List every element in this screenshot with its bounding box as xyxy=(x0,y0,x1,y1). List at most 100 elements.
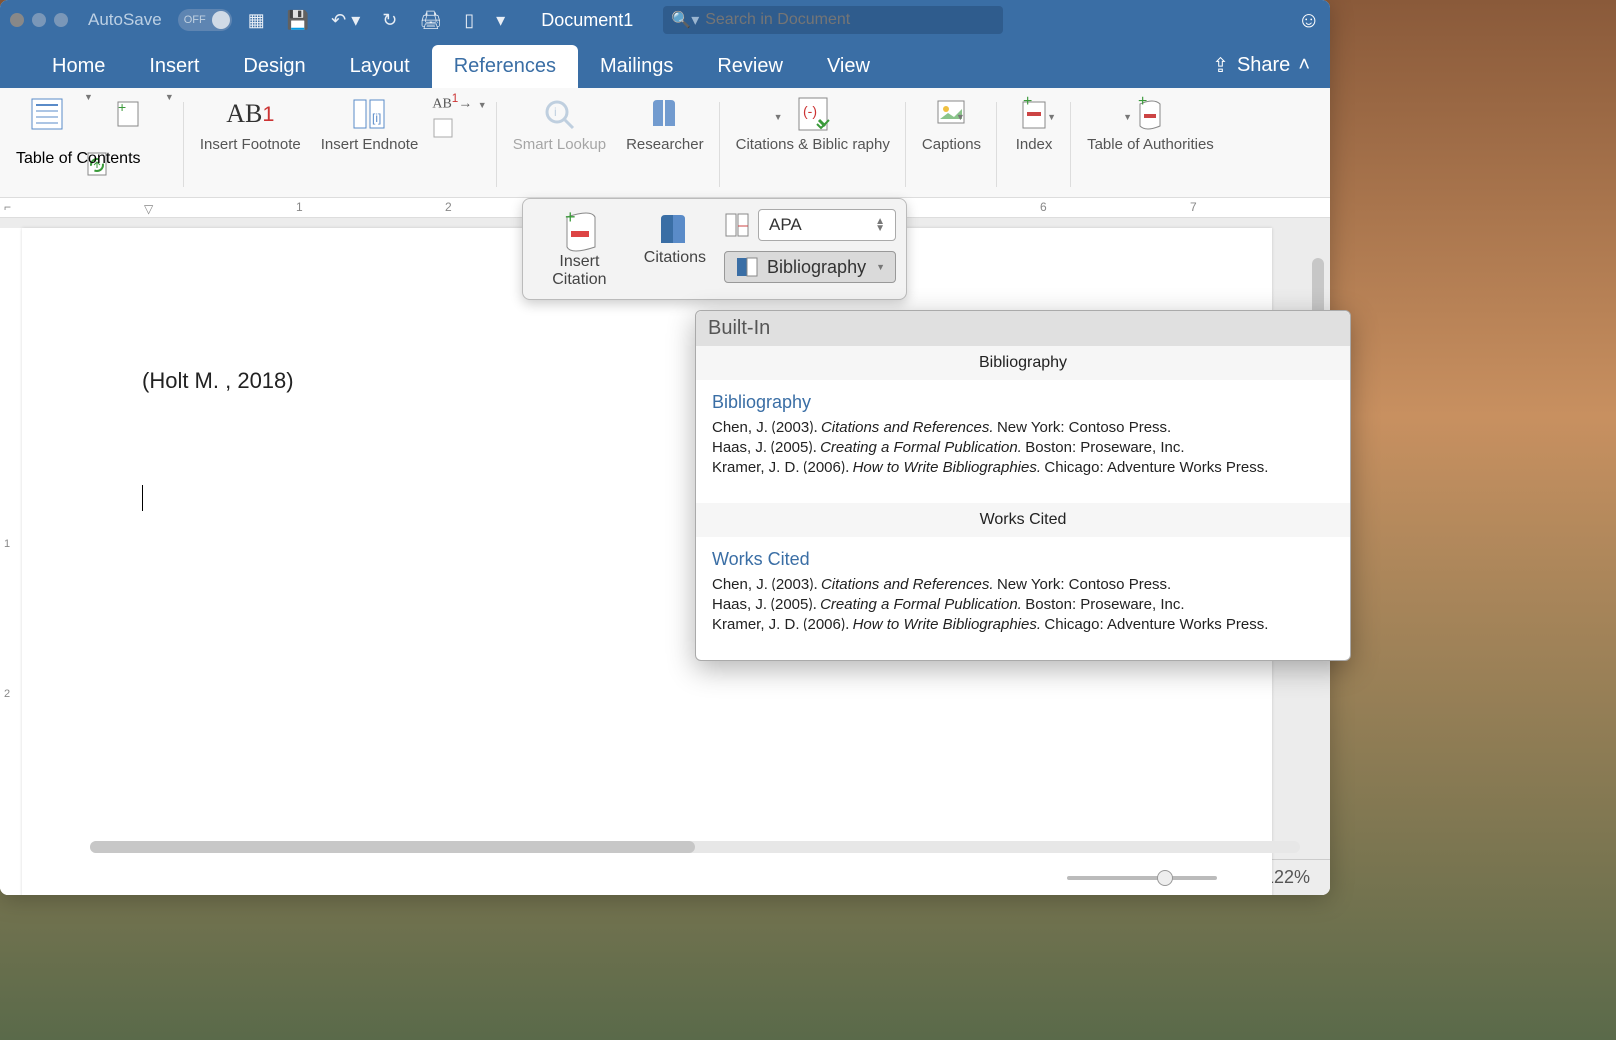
search-box[interactable]: 🔍▾ xyxy=(663,6,1003,34)
zoom-slider[interactable] xyxy=(1067,876,1217,880)
smart-lookup-label: Smart Lookup xyxy=(513,136,606,153)
autosave-state: OFF xyxy=(184,14,206,26)
toa-button[interactable]: + ▼ Table of Authorities xyxy=(1081,92,1220,155)
group-research: i Smart Lookup Researcher xyxy=(497,92,720,197)
tab-references[interactable]: References xyxy=(432,45,578,88)
gallery-item-works-cited[interactable]: Works Cited Chen, J. (2003). Citations a… xyxy=(696,537,1350,660)
index-dropdown-icon[interactable]: ▼ xyxy=(1047,112,1056,122)
insert-endnote-button[interactable]: [i] Insert Endnote xyxy=(315,92,425,155)
gallery-item-bibliography[interactable]: Bibliography Chen, J. (2003). Citations … xyxy=(696,380,1350,503)
toa-dropdown-icon[interactable]: ▼ xyxy=(1123,112,1132,122)
group-toc: ▼ + ▼ Table of Contents xyxy=(10,92,184,197)
endnote-label: Insert Endnote xyxy=(321,136,419,153)
hscroll-thumb[interactable] xyxy=(90,841,695,853)
gallery-entry: Chen, J. (2003). Citations and Reference… xyxy=(712,576,1334,594)
toggle-knob xyxy=(212,11,230,29)
zoom-knob[interactable] xyxy=(1157,870,1173,886)
gallery-item-0-heading: Bibliography xyxy=(712,392,1334,413)
show-notes-button[interactable] xyxy=(432,117,486,142)
toc-button[interactable] xyxy=(20,92,74,136)
svg-text:+: + xyxy=(1023,96,1032,110)
ruler-tick-7: 7 xyxy=(1190,200,1197,214)
ribbon: ▼ + ▼ Table of Contents AB1 Insert Footn… xyxy=(0,88,1330,198)
toc-label: Table of Contents xyxy=(16,150,141,168)
feedback-icon[interactable]: ☺ xyxy=(1298,7,1320,33)
captions-button[interactable]: ▼ Captions xyxy=(916,92,987,155)
vertical-ruler[interactable]: 1 2 xyxy=(0,228,22,895)
add-text-button[interactable]: + xyxy=(101,92,155,136)
gallery-entry: Chen, J. (2003). Citations and Reference… xyxy=(712,419,1334,437)
citations-pane-label: Citations xyxy=(644,249,706,267)
search-icon: 🔍▾ xyxy=(671,10,699,30)
index-button[interactable]: + ▼ Index xyxy=(1007,92,1061,155)
ruler-tick-1: 1 xyxy=(296,200,303,214)
insert-footnote-button[interactable]: AB1 Insert Footnote xyxy=(194,92,307,155)
tab-mailings[interactable]: Mailings xyxy=(578,45,695,88)
autosave-toggle[interactable]: OFF xyxy=(178,9,232,31)
gallery-entry: Haas, J. (2005). Creating a Formal Publi… xyxy=(712,439,1334,457)
share-icon: ⇪ xyxy=(1212,53,1229,78)
citations-bibliography-button[interactable]: (-) ▼ Citations & Biblic raphy xyxy=(730,92,896,155)
group-footnotes: AB1 Insert Footnote [i] Insert Endnote A… xyxy=(184,92,497,197)
toc-dropdown-icon[interactable]: ▼ xyxy=(84,92,93,136)
minimize-dot[interactable] xyxy=(32,13,46,27)
gallery-entry: Haas, J. (2005). Creating a Formal Publi… xyxy=(712,596,1334,614)
tab-review[interactable]: Review xyxy=(695,45,805,88)
citations-label: Citations & Biblic raphy xyxy=(736,136,890,153)
sync-icon[interactable]: ▦ xyxy=(242,10,271,31)
tab-well-icon[interactable]: ⌐ xyxy=(4,200,11,214)
footnote-label: Insert Footnote xyxy=(200,136,301,153)
new-doc-icon[interactable]: ▯ xyxy=(458,10,480,31)
researcher-button[interactable]: Researcher xyxy=(620,92,710,155)
bibliography-button[interactable]: Bibliography ▼ xyxy=(724,251,896,283)
zoom-dot[interactable] xyxy=(54,13,68,27)
repeat-icon[interactable]: ↻ xyxy=(376,10,403,31)
group-captions: ▼ Captions xyxy=(906,92,997,197)
group-citations: (-) ▼ Citations & Biblic raphy xyxy=(720,92,906,197)
tab-view[interactable]: View xyxy=(805,45,892,88)
insert-citation-button[interactable]: + Insert Citation xyxy=(533,209,626,289)
text-cursor xyxy=(142,485,143,511)
gallery-section-1-label: Works Cited xyxy=(696,503,1350,537)
citations-pane-button[interactable]: Citations xyxy=(644,209,706,267)
share-label: Share xyxy=(1237,54,1290,77)
captions-label: Captions xyxy=(922,136,981,153)
gallery-header: Built-In xyxy=(696,311,1350,346)
group-index: + ▼ Index xyxy=(997,92,1071,197)
document-title: Document1 xyxy=(541,10,633,31)
citations-dropdown-icon[interactable]: ▼ xyxy=(774,112,783,122)
indent-marker-icon[interactable]: ▽ xyxy=(144,202,153,216)
gallery-entry: Kramer, J. D. (2006). How to Write Bibli… xyxy=(712,616,1334,634)
style-value: APA xyxy=(769,215,802,235)
qat-more-icon[interactable]: ▾ xyxy=(490,10,511,31)
svg-text:+: + xyxy=(118,100,126,115)
autosave-label: AutoSave xyxy=(88,10,162,30)
tab-insert[interactable]: Insert xyxy=(127,45,221,88)
smart-lookup-button[interactable]: i Smart Lookup xyxy=(507,92,612,155)
tab-layout[interactable]: Layout xyxy=(328,45,432,88)
next-footnote-button[interactable]: AB1→ ▼ xyxy=(432,92,486,113)
svg-text:i: i xyxy=(554,105,557,119)
insert-citation-label: Insert Citation xyxy=(533,253,626,289)
svg-text:+: + xyxy=(565,209,576,227)
tab-home[interactable]: Home xyxy=(30,45,127,88)
gallery-section-0-label: Bibliography xyxy=(696,346,1350,380)
close-dot[interactable] xyxy=(10,13,24,27)
citation-style-select[interactable]: APA ▲▼ xyxy=(758,209,896,241)
group-toa: + ▼ Table of Authorities xyxy=(1071,92,1230,197)
add-text-dropdown-icon[interactable]: ▼ xyxy=(165,92,174,136)
titlebar: AutoSave OFF ▦ 💾 ↶ ▾ ↻ 🖨 ▯ ▾ Document1 🔍… xyxy=(0,0,1330,40)
ruler-tick-2: 2 xyxy=(445,200,452,214)
save-icon[interactable]: 💾 xyxy=(281,10,315,31)
tab-design[interactable]: Design xyxy=(221,45,327,88)
gallery-entry: Kramer, J. D. (2006). How to Write Bibli… xyxy=(712,459,1334,477)
researcher-label: Researcher xyxy=(626,136,704,153)
search-input[interactable] xyxy=(705,11,995,29)
horizontal-scrollbar[interactable] xyxy=(90,841,1300,853)
undo-icon[interactable]: ↶ ▾ xyxy=(325,10,366,31)
ruler-tick-6: 6 xyxy=(1040,200,1047,214)
captions-dropdown-icon[interactable]: ▼ xyxy=(956,112,965,122)
collapse-ribbon-icon[interactable]: ˄ xyxy=(1298,54,1310,77)
share-button[interactable]: ⇪ Share ˄ xyxy=(1212,43,1310,88)
print-icon[interactable]: 🖨 xyxy=(413,10,448,31)
